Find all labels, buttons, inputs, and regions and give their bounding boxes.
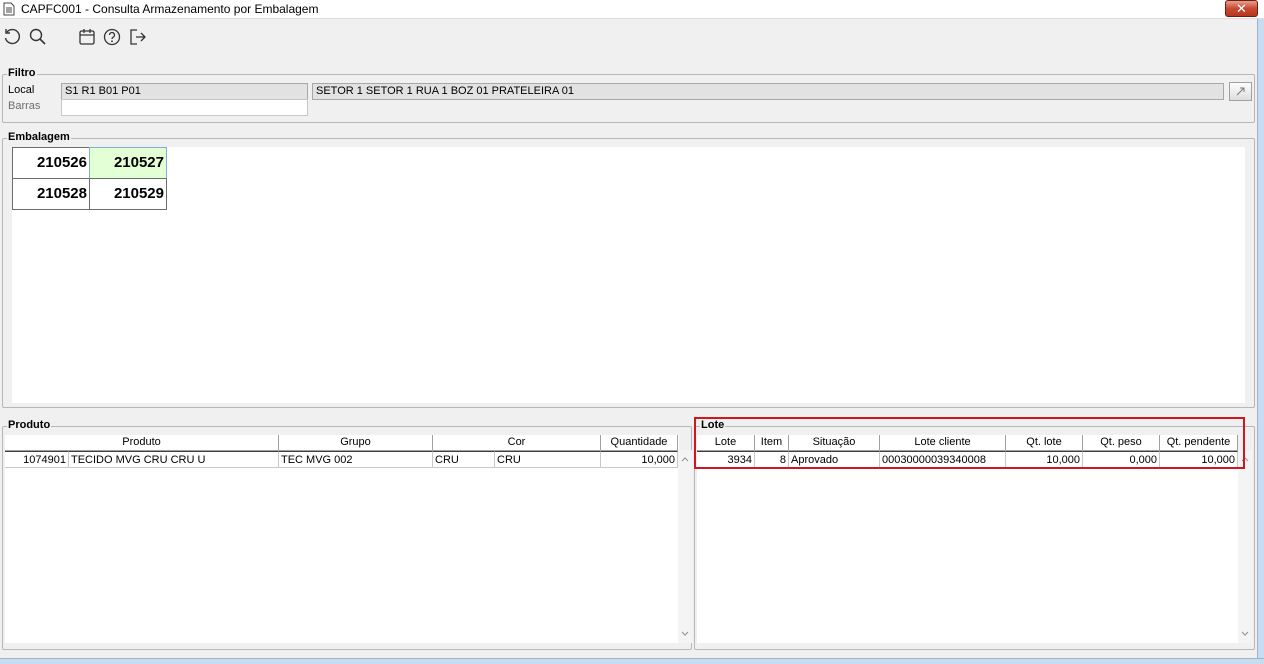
help-icon[interactable] [102, 27, 122, 47]
toolbar [0, 19, 1257, 52]
barras-label: Barras [8, 100, 41, 112]
window-frame-bottom [0, 658, 1264, 664]
chevron-down-icon[interactable] [1240, 629, 1250, 639]
window-frame-right [1257, 19, 1264, 664]
produto-scrollbar[interactable] [678, 450, 692, 643]
embalagem-cell[interactable]: 210528 [12, 178, 90, 210]
highlight-annotation [694, 417, 1245, 469]
exit-icon[interactable] [128, 27, 148, 47]
produto-table: Produto Grupo Cor Quantidade 1074901 TEC… [5, 435, 679, 643]
col-header-quantidade[interactable]: Quantidade [601, 435, 678, 451]
embalagem-cell-selected[interactable]: 210527 [89, 147, 167, 179]
col-header-produto[interactable]: Produto [5, 435, 279, 451]
local-label: Local [8, 84, 35, 96]
col-header-cor[interactable]: Cor [433, 435, 601, 451]
embalagem-grid: 210526 210527 210528 210529 [12, 147, 1245, 403]
embalagem-cell[interactable]: 210529 [89, 178, 167, 210]
produto-legend: Produto [7, 419, 52, 431]
local-lookup-button[interactable] [1229, 82, 1252, 101]
title-bar: CAPFC001 - Consulta Armazenamento por Em… [0, 0, 1264, 19]
chevron-up-icon[interactable] [680, 454, 690, 464]
cell-cor-codigo: CRU [433, 451, 495, 468]
col-header-grupo[interactable]: Grupo [279, 435, 433, 451]
local-code-field[interactable]: S1 R1 B01 P01 [61, 83, 308, 100]
calendar-icon[interactable] [77, 27, 97, 47]
cell-cor: CRU [495, 451, 601, 468]
chevron-down-icon[interactable] [680, 629, 690, 639]
window-title: CAPFC001 - Consulta Armazenamento por Em… [21, 2, 319, 16]
barras-input[interactable] [61, 99, 308, 116]
cell-produto: TECIDO MVG CRU CRU U [69, 451, 279, 468]
embalagem-legend: Embalagem [7, 131, 71, 143]
cell-codigo: 1074901 [5, 451, 69, 468]
lote-scrollbar[interactable] [1238, 450, 1252, 643]
cell-grupo: TEC MVG 002 [279, 451, 433, 468]
embalagem-cell[interactable]: 210526 [12, 147, 90, 179]
search-icon[interactable] [28, 27, 48, 47]
cell-quantidade: 10,000 [601, 451, 678, 468]
close-button[interactable]: ✕ [1225, 0, 1258, 17]
refresh-icon[interactable] [2, 27, 22, 47]
filtro-legend: Filtro [7, 67, 37, 79]
local-description-field: SETOR 1 SETOR 1 RUA 1 BOZ 01 PRATELEIRA … [312, 83, 1224, 100]
lookup-arrow-icon [1235, 86, 1247, 98]
app-document-icon [3, 2, 15, 16]
